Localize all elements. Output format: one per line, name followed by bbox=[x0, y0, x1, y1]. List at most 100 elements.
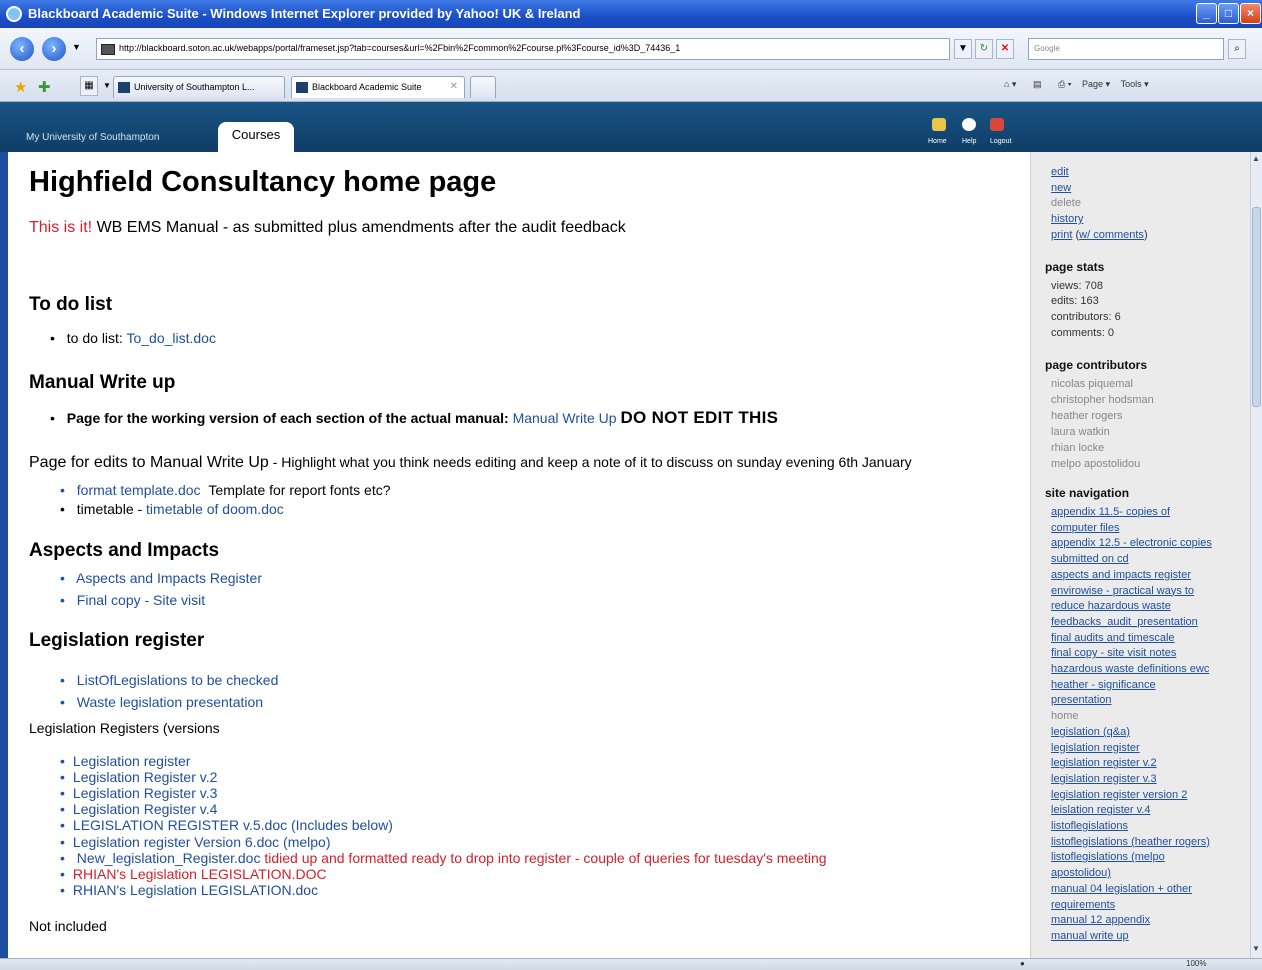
aspects-register-link[interactable]: Aspects and Impacts Register bbox=[76, 570, 262, 586]
back-arrow-icon[interactable]: ‹ bbox=[10, 37, 34, 61]
page-menu[interactable]: Page ▾ bbox=[1082, 79, 1110, 89]
nav-link[interactable]: heather - significance bbox=[1051, 679, 1156, 691]
intro-text: WB EMS Manual - as submitted plus amendm… bbox=[96, 219, 626, 236]
history-link[interactable]: history bbox=[1051, 213, 1083, 225]
nav-link[interactable]: manual write up bbox=[1051, 930, 1129, 942]
rhian-legislation-doc-link[interactable]: RHIAN's Legislation LEGISLATION.doc bbox=[73, 882, 318, 898]
nav-link[interactable]: final copy - site visit notes bbox=[1051, 647, 1176, 659]
logout-icon[interactable] bbox=[990, 118, 1004, 131]
history-dropdown-icon[interactable]: ▼ bbox=[72, 42, 81, 52]
stat-edits: edits: 163 bbox=[1051, 295, 1099, 307]
waste-presentation-link[interactable]: Waste legislation presentation bbox=[77, 694, 263, 710]
todo-doc-link[interactable]: To_do_list.doc bbox=[126, 330, 216, 346]
contributor-name: rhian locke bbox=[1051, 442, 1105, 454]
nav-link[interactable]: apostolidou) bbox=[1051, 867, 1111, 879]
register-version-link[interactable]: Legislation Register v.4 bbox=[73, 801, 217, 817]
favorites-star-icon[interactable]: ★ bbox=[14, 78, 27, 96]
page-title: Highfield Consultancy home page bbox=[29, 166, 497, 198]
help-link[interactable]: Help bbox=[962, 138, 976, 145]
new-tab-button[interactable] bbox=[470, 76, 496, 98]
register-version-link[interactable]: Legislation Register v.3 bbox=[73, 785, 217, 801]
print-icon[interactable]: ⎙ ▾ bbox=[1058, 79, 1071, 89]
nav-link[interactable]: final audits and timescale bbox=[1051, 632, 1175, 644]
forward-arrow-icon[interactable]: › bbox=[42, 37, 66, 61]
minimize-button[interactable]: _ bbox=[1196, 3, 1217, 24]
manual-write-up-link[interactable]: Manual Write Up bbox=[513, 410, 617, 426]
nav-link[interactable]: manual 04 legislation + other bbox=[1051, 883, 1192, 895]
maximize-button[interactable]: □ bbox=[1218, 3, 1239, 24]
list-of-legislations-link[interactable]: ListOfLegislations to be checked bbox=[77, 672, 279, 688]
feeds-icon[interactable]: ▤ bbox=[1033, 79, 1042, 89]
address-dropdown-icon[interactable]: ▼ bbox=[954, 39, 972, 59]
close-window-button[interactable]: × bbox=[1240, 3, 1261, 24]
new-register-link[interactable]: New_legislation_Register.doc bbox=[77, 850, 261, 866]
edit-link[interactable]: edit bbox=[1051, 166, 1069, 178]
intro-highlight: This is it! bbox=[29, 219, 93, 236]
quick-tabs-icon[interactable]: ▦ bbox=[80, 76, 98, 96]
scrollbar-thumb[interactable] bbox=[1252, 207, 1261, 407]
nav-link[interactable]: aspects and impacts register bbox=[1051, 569, 1191, 581]
help-icon[interactable] bbox=[962, 118, 976, 131]
courses-tab[interactable]: Courses bbox=[218, 122, 294, 152]
nav-link[interactable]: listoflegislations (heather rogers) bbox=[1051, 836, 1210, 848]
scroll-up-icon[interactable]: ▲ bbox=[1252, 154, 1260, 163]
home-icon[interactable]: ⌂ ▾ bbox=[1004, 79, 1016, 89]
tab-blackboard[interactable]: Blackboard Academic Suite ✕ bbox=[291, 76, 465, 98]
nav-link[interactable]: submitted on cd bbox=[1051, 553, 1129, 565]
nav-link[interactable]: leislation register v.4 bbox=[1051, 804, 1150, 816]
nav-link[interactable]: listoflegislations bbox=[1051, 820, 1128, 832]
register-version-link[interactable]: Legislation Register v.2 bbox=[73, 769, 217, 785]
nav-link[interactable]: hazardous waste definitions ewc bbox=[1051, 663, 1209, 675]
my-university-tab[interactable]: My University of Southampton bbox=[26, 132, 159, 143]
nav-link[interactable]: legislation register v.3 bbox=[1051, 773, 1157, 785]
add-favorites-icon[interactable]: ✚ bbox=[38, 78, 51, 96]
list-item: Waste legislation presentation bbox=[60, 694, 263, 710]
nav-link[interactable]: legislation register bbox=[1051, 742, 1140, 754]
address-url: http://blackboard.soton.ac.uk/webapps/po… bbox=[119, 43, 681, 53]
edits-title: Page for edits to Manual Write Up bbox=[29, 454, 269, 471]
nav-link[interactable]: appendix 11.5- copies of bbox=[1051, 506, 1170, 518]
vertical-scrollbar[interactable]: ▲ ▼ bbox=[1250, 152, 1262, 958]
timetable-link[interactable]: timetable of doom.doc bbox=[146, 501, 284, 517]
address-bar[interactable]: http://blackboard.soton.ac.uk/webapps/po… bbox=[96, 38, 950, 60]
tab-list-dropdown-icon[interactable]: ▼ bbox=[103, 81, 111, 90]
do-not-edit-warning: DO NOT EDIT THIS bbox=[620, 408, 779, 427]
list-item: ListOfLegislations to be checked bbox=[60, 672, 279, 688]
register-version-link[interactable]: LEGISLATION REGISTER v.5.doc (Includes b… bbox=[73, 817, 393, 833]
nav-link[interactable]: legislation register version 2 bbox=[1051, 789, 1187, 801]
nav-link[interactable]: legislation (q&a) bbox=[1051, 726, 1130, 738]
nav-link[interactable]: envirowise - practical ways to bbox=[1051, 585, 1194, 597]
nav-link[interactable]: presentation bbox=[1051, 694, 1112, 706]
tab-southampton[interactable]: University of Southampton L... bbox=[113, 76, 285, 98]
nav-link[interactable]: legislation register v.2 bbox=[1051, 757, 1157, 769]
print-link[interactable]: print bbox=[1051, 229, 1072, 241]
register-version-link[interactable]: Legislation register Version 6.doc (melp… bbox=[73, 834, 331, 850]
nav-link[interactable]: listoflegislations (melpo bbox=[1051, 851, 1165, 863]
nav-link[interactable]: manual 12 appendix bbox=[1051, 914, 1150, 926]
stat-contributors: contributors: 6 bbox=[1051, 311, 1121, 323]
nav-link[interactable]: reduce hazardous waste bbox=[1051, 600, 1171, 612]
rhian-legislation-link[interactable]: RHIAN's Legislation LEGISLATION.DOC bbox=[73, 866, 327, 882]
site-visit-link[interactable]: Final copy - Site visit bbox=[77, 592, 205, 608]
home-link[interactable]: Home bbox=[928, 138, 947, 145]
home-icon[interactable] bbox=[932, 118, 946, 131]
search-icon[interactable]: ⌕ bbox=[1228, 39, 1246, 59]
close-tab-icon[interactable]: ✕ bbox=[450, 81, 458, 92]
print-comments-link[interactable]: w/ comments bbox=[1079, 229, 1144, 241]
refresh-icon[interactable]: ↻ bbox=[975, 39, 993, 59]
stop-icon[interactable]: ✕ bbox=[996, 39, 1014, 59]
search-input[interactable]: Google bbox=[1028, 38, 1224, 60]
zoom-level[interactable]: 100% bbox=[1186, 959, 1206, 968]
nav-link[interactable]: appendix 12.5 - electronic copies bbox=[1051, 537, 1212, 549]
nav-link[interactable]: requirements bbox=[1051, 899, 1115, 911]
nav-link[interactable]: feedbacks_audit_presentation bbox=[1051, 616, 1198, 628]
logout-link[interactable]: Logout bbox=[990, 138, 1011, 145]
new-link[interactable]: new bbox=[1051, 182, 1071, 194]
format-template-link[interactable]: format template.doc bbox=[77, 482, 201, 498]
tools-menu[interactable]: Tools ▾ bbox=[1121, 79, 1149, 89]
scroll-down-icon[interactable]: ▼ bbox=[1252, 944, 1260, 953]
nav-link[interactable]: computer files bbox=[1051, 522, 1119, 534]
tab-label: Blackboard Academic Suite bbox=[312, 82, 422, 92]
wiki-sidebar: edit new delete history print (w/ commen… bbox=[1030, 152, 1250, 958]
register-version-link[interactable]: Legislation register bbox=[73, 753, 191, 769]
